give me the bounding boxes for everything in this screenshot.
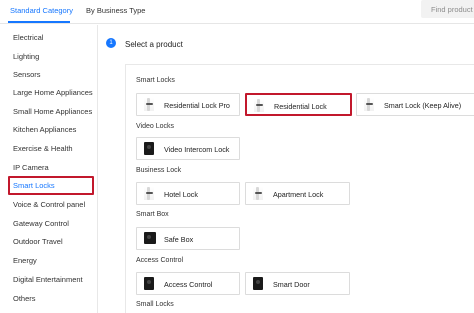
product-card-residential-lock-pro[interactable]: Residential Lock Pro xyxy=(136,93,240,116)
product-search-input[interactable] xyxy=(421,0,474,18)
lock-product-icon xyxy=(144,187,154,200)
sidebar-item-kitchen-appliances[interactable]: Kitchen Appliances xyxy=(13,125,76,134)
group-title-access-control: Access Control xyxy=(136,257,184,264)
sidebar-item-digital-entertainment[interactable]: Digital Entertainment xyxy=(13,275,83,284)
sidebar-item-energy[interactable]: Energy xyxy=(13,256,37,265)
safe-box-icon xyxy=(144,232,156,244)
product-label: Access Control xyxy=(164,280,213,289)
group-title-smart-locks: Smart Locks xyxy=(136,77,175,84)
sidebar-item-outdoor-travel[interactable]: Outdoor Travel xyxy=(13,237,63,246)
intercom-lock-icon xyxy=(144,142,154,155)
product-label: Apartment Lock xyxy=(273,190,324,199)
product-selection-panel: Smart Locks Residential Lock Pro Residen… xyxy=(125,64,474,313)
sidebar-item-electrical[interactable]: Electrical xyxy=(13,33,43,42)
group-title-small-locks: Small Locks xyxy=(136,301,174,308)
sidebar-item-exercise-health[interactable]: Exercise & Health xyxy=(13,144,73,153)
smart-door-icon xyxy=(253,277,263,290)
product-label: Residential Lock xyxy=(274,102,327,111)
product-label: Safe Box xyxy=(164,235,194,244)
access-control-icon xyxy=(144,277,154,290)
category-sidebar: Electrical Lighting Sensors Large Home A… xyxy=(0,25,98,313)
tab-standard-category[interactable]: Standard Category xyxy=(10,6,73,15)
tab-by-business-type[interactable]: By Business Type xyxy=(86,6,145,15)
product-card-apartment-lock[interactable]: Apartment Lock xyxy=(245,182,350,205)
sidebar-item-ip-camera[interactable]: IP Camera xyxy=(13,163,49,172)
sidebar-item-gateway-control[interactable]: Gateway Control xyxy=(13,219,69,228)
lock-product-icon xyxy=(253,187,263,200)
sidebar-item-small-home-appliances[interactable]: Small Home Appliances xyxy=(13,107,92,116)
product-card-smart-lock-keep-alive[interactable]: Smart Lock (Keep Alive) xyxy=(356,93,474,116)
sidebar-item-lighting[interactable]: Lighting xyxy=(13,52,39,61)
sidebar-item-large-home-appliances[interactable]: Large Home Appliances xyxy=(13,88,93,97)
active-tab-indicator xyxy=(8,21,70,23)
selected-category-highlight xyxy=(8,176,94,195)
product-card-hotel-lock[interactable]: Hotel Lock xyxy=(136,182,240,205)
product-label: Video Intercom Lock xyxy=(164,145,230,154)
product-label: Smart Lock (Keep Alive) xyxy=(384,101,462,110)
product-card-access-control[interactable]: Access Control xyxy=(136,272,240,295)
lock-product-icon xyxy=(364,98,374,111)
product-search-box[interactable] xyxy=(421,0,474,18)
product-label: Residential Lock Pro xyxy=(164,101,230,110)
step-title: Select a product xyxy=(125,40,183,49)
category-tabs-bar: Standard Category By Business Type xyxy=(0,0,474,24)
product-label: Smart Door xyxy=(273,280,310,289)
sidebar-item-sensors[interactable]: Sensors xyxy=(13,70,41,79)
lock-product-icon xyxy=(254,99,264,112)
step-number-badge: 1 xyxy=(106,38,116,48)
lock-product-icon xyxy=(144,98,154,111)
product-card-safe-box[interactable]: Safe Box xyxy=(136,227,240,250)
product-card-smart-door[interactable]: Smart Door xyxy=(245,272,350,295)
sidebar-item-others[interactable]: Others xyxy=(13,294,36,303)
group-title-video-locks: Video Locks xyxy=(136,123,175,130)
product-label: Hotel Lock xyxy=(164,190,198,199)
group-title-smart-box: Smart Box xyxy=(136,211,169,218)
product-card-residential-lock[interactable]: Residential Lock xyxy=(245,93,352,116)
sidebar-item-voice-control-panel[interactable]: Voice & Control panel xyxy=(13,200,85,209)
product-card-video-intercom-lock[interactable]: Video Intercom Lock xyxy=(136,137,240,160)
group-title-business-lock: Business Lock xyxy=(136,167,182,174)
